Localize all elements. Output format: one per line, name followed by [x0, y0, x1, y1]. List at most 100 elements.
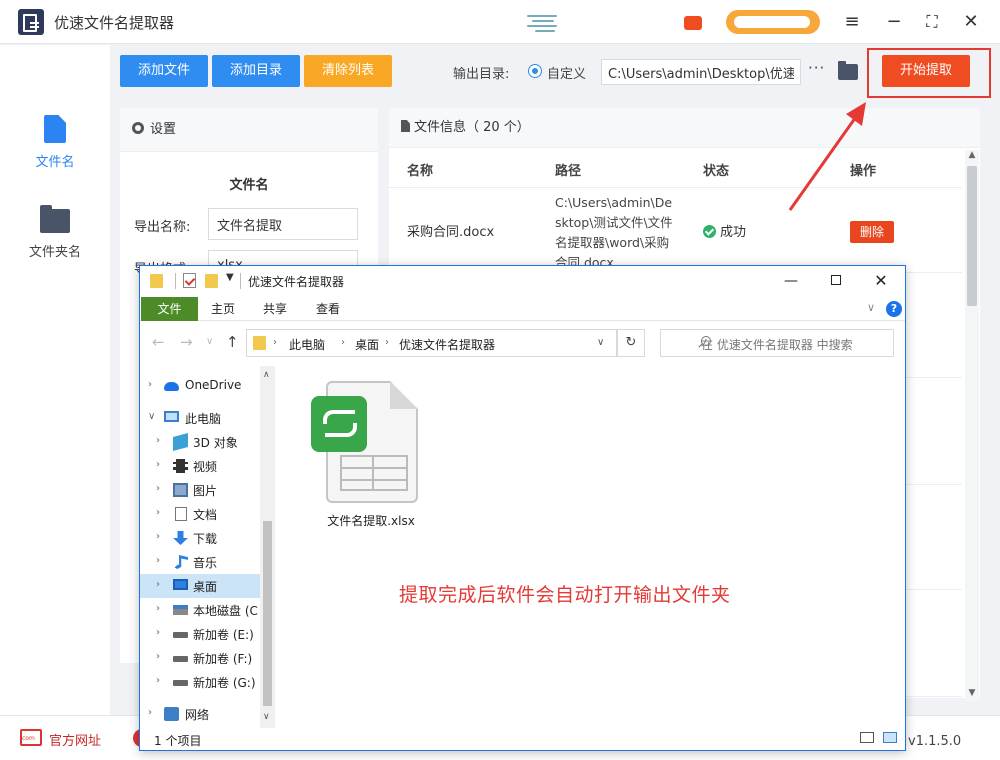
- column-header-status: 状态: [703, 164, 730, 179]
- file-item[interactable]: [311, 381, 418, 506]
- quick-access-dropdown-icon[interactable]: ▼: [226, 272, 234, 283]
- search-input[interactable]: 在 优速文件名提取器 中搜索: [660, 329, 894, 357]
- clear-list-button[interactable]: 清除列表: [304, 55, 392, 87]
- fullscreen-icon[interactable]: ⛶: [918, 8, 946, 36]
- scroll-thumb[interactable]: [967, 166, 977, 306]
- tab-view[interactable]: 查看: [307, 297, 349, 321]
- delete-button[interactable]: 删除: [850, 221, 894, 243]
- scroll-up-icon[interactable]: ▲: [965, 150, 979, 160]
- nav-scrollbar[interactable]: ∧ ∨: [260, 366, 275, 728]
- nav-item-this-pc[interactable]: ∨ 此电脑: [140, 406, 260, 430]
- nav-item-3d-objects[interactable]: › 3D 对象: [140, 430, 260, 454]
- close-icon[interactable]: ✕: [859, 268, 903, 294]
- export-name-input[interactable]: [208, 208, 358, 240]
- network-icon: [164, 707, 179, 721]
- new-folder-icon[interactable]: [205, 274, 218, 288]
- nav-item-onedrive[interactable]: › OneDrive: [140, 374, 260, 398]
- search-placeholder: 在 优速文件名提取器 中搜索: [701, 338, 853, 352]
- file-info-icon: [401, 120, 410, 132]
- success-icon: [703, 225, 716, 238]
- nav-item-drive-f[interactable]: › 新加卷 (F:): [140, 646, 260, 670]
- sidebar-item-filename[interactable]: 文件名: [0, 115, 110, 170]
- toolbar: 添加文件 添加目录 清除列表 输出目录: 自定义 ··· 开始提取: [110, 45, 1000, 98]
- onedrive-icon: [164, 382, 179, 391]
- banner-graphic-icon: [527, 12, 557, 32]
- folder-icon: [253, 336, 266, 350]
- large-icons-view-icon[interactable]: [883, 732, 897, 743]
- nav-item-network[interactable]: › 网络: [140, 702, 260, 726]
- explorer-status-bar: 1 个项目: [140, 728, 905, 750]
- forward-arrow-icon[interactable]: →: [180, 333, 193, 351]
- help-icon[interactable]: ?: [886, 301, 902, 317]
- promo-badge-icon[interactable]: [684, 16, 702, 30]
- custom-radio[interactable]: [528, 64, 542, 78]
- back-arrow-icon[interactable]: ←: [152, 333, 165, 351]
- output-path-input[interactable]: [601, 59, 801, 85]
- properties-icon[interactable]: [183, 273, 196, 288]
- breadcrumb-desktop[interactable]: 桌面: [355, 336, 379, 353]
- nav-item-music[interactable]: › 音乐: [140, 550, 260, 574]
- nav-item-drive-c[interactable]: › 本地磁盘 (C: [140, 598, 260, 622]
- explorer-window: ▼ 优速文件名提取器 — ✕ 文件 主页 共享 查看 ∨ ? ← → ∨ ↑ ›…: [139, 265, 906, 751]
- navigation-pane: › OneDrive ∨ 此电脑 › 3D 对象 › 视频 › 图片 › 文档 › 下载 › 音…: [140, 366, 275, 728]
- nav-scroll-thumb[interactable]: [263, 521, 272, 706]
- tab-file[interactable]: 文件: [141, 297, 198, 321]
- folder-icon: [40, 205, 70, 233]
- scroll-down-icon[interactable]: ▼: [965, 688, 979, 698]
- menu-icon[interactable]: ≡: [838, 8, 866, 36]
- app-logo-icon: [18, 9, 44, 35]
- file-item-name[interactable]: 文件名提取.xlsx: [316, 512, 426, 529]
- nav-item-drive-e[interactable]: › 新加卷 (E:): [140, 622, 260, 646]
- tab-share[interactable]: 共享: [254, 297, 296, 321]
- drive-icon: [173, 656, 188, 662]
- details-view-icon[interactable]: [860, 732, 874, 743]
- add-file-button[interactable]: 添加文件: [120, 55, 208, 87]
- promo-pill[interactable]: [726, 10, 820, 34]
- nav-item-documents[interactable]: › 文档: [140, 502, 260, 526]
- ribbon-tabs: 文件 主页 共享 查看 ∨ ?: [140, 297, 905, 321]
- desktop-icon: [173, 579, 188, 590]
- add-directory-button[interactable]: 添加目录: [212, 55, 300, 87]
- breadcrumb-folder[interactable]: 优速文件名提取器: [399, 336, 495, 353]
- column-header-name: 名称: [407, 164, 434, 179]
- breadcrumb-this-pc[interactable]: 此电脑: [289, 336, 325, 353]
- custom-radio-label[interactable]: 自定义: [547, 63, 586, 82]
- up-arrow-icon[interactable]: ↑: [226, 333, 239, 351]
- settings-header: 设置: [120, 108, 378, 152]
- minimize-icon[interactable]: —: [769, 268, 813, 294]
- address-dropdown-icon[interactable]: ∨: [597, 337, 604, 348]
- drive-icon: [173, 632, 188, 638]
- more-options-button[interactable]: ···: [808, 59, 825, 77]
- table-scrollbar[interactable]: ▲ ▼: [965, 150, 979, 702]
- video-icon: [173, 459, 188, 473]
- sidebar-item-foldername[interactable]: 文件夹名: [0, 205, 110, 260]
- start-extract-button[interactable]: 开始提取: [882, 55, 970, 87]
- scroll-down-icon[interactable]: ∨: [263, 712, 270, 722]
- recent-dropdown-icon[interactable]: ∨: [206, 336, 213, 347]
- item-count: 1 个项目: [154, 734, 202, 748]
- settings-subtitle: 文件名: [229, 178, 269, 193]
- ribbon-expand-icon[interactable]: ∨: [867, 301, 875, 314]
- close-icon[interactable]: ✕: [957, 8, 985, 36]
- sheet-app-logo-icon: [311, 396, 367, 452]
- maximize-icon[interactable]: [814, 268, 858, 294]
- address-bar[interactable]: › 此电脑 › 桌面 › 优速文件名提取器 ∨: [246, 329, 617, 357]
- open-folder-icon[interactable]: [838, 61, 858, 80]
- file-content-pane: 文件名提取.xlsx 提取完成后软件会自动打开输出文件夹: [276, 366, 905, 728]
- file-info-title: 文件信息（ 20 个）: [414, 120, 530, 135]
- tab-home[interactable]: 主页: [202, 297, 244, 321]
- nav-item-drive-g[interactable]: › 新加卷 (G:): [140, 670, 260, 694]
- refresh-icon[interactable]: ↻: [617, 329, 645, 357]
- nav-item-downloads[interactable]: › 下载: [140, 526, 260, 550]
- nav-item-pictures[interactable]: › 图片: [140, 478, 260, 502]
- website-icon[interactable]: [20, 729, 42, 746]
- minimize-icon[interactable]: −: [880, 8, 908, 36]
- website-link[interactable]: 官方网址: [49, 730, 101, 749]
- documents-icon: [175, 507, 187, 521]
- output-dir-label: 输出目录:: [453, 67, 510, 82]
- nav-item-videos[interactable]: › 视频: [140, 454, 260, 478]
- nav-item-desktop[interactable]: › 桌面: [140, 574, 260, 598]
- file-info-header: 文件信息（ 20 个）: [389, 108, 980, 148]
- scroll-up-icon[interactable]: ∧: [263, 370, 270, 380]
- row-file-name: 采购合同.docx: [407, 225, 495, 240]
